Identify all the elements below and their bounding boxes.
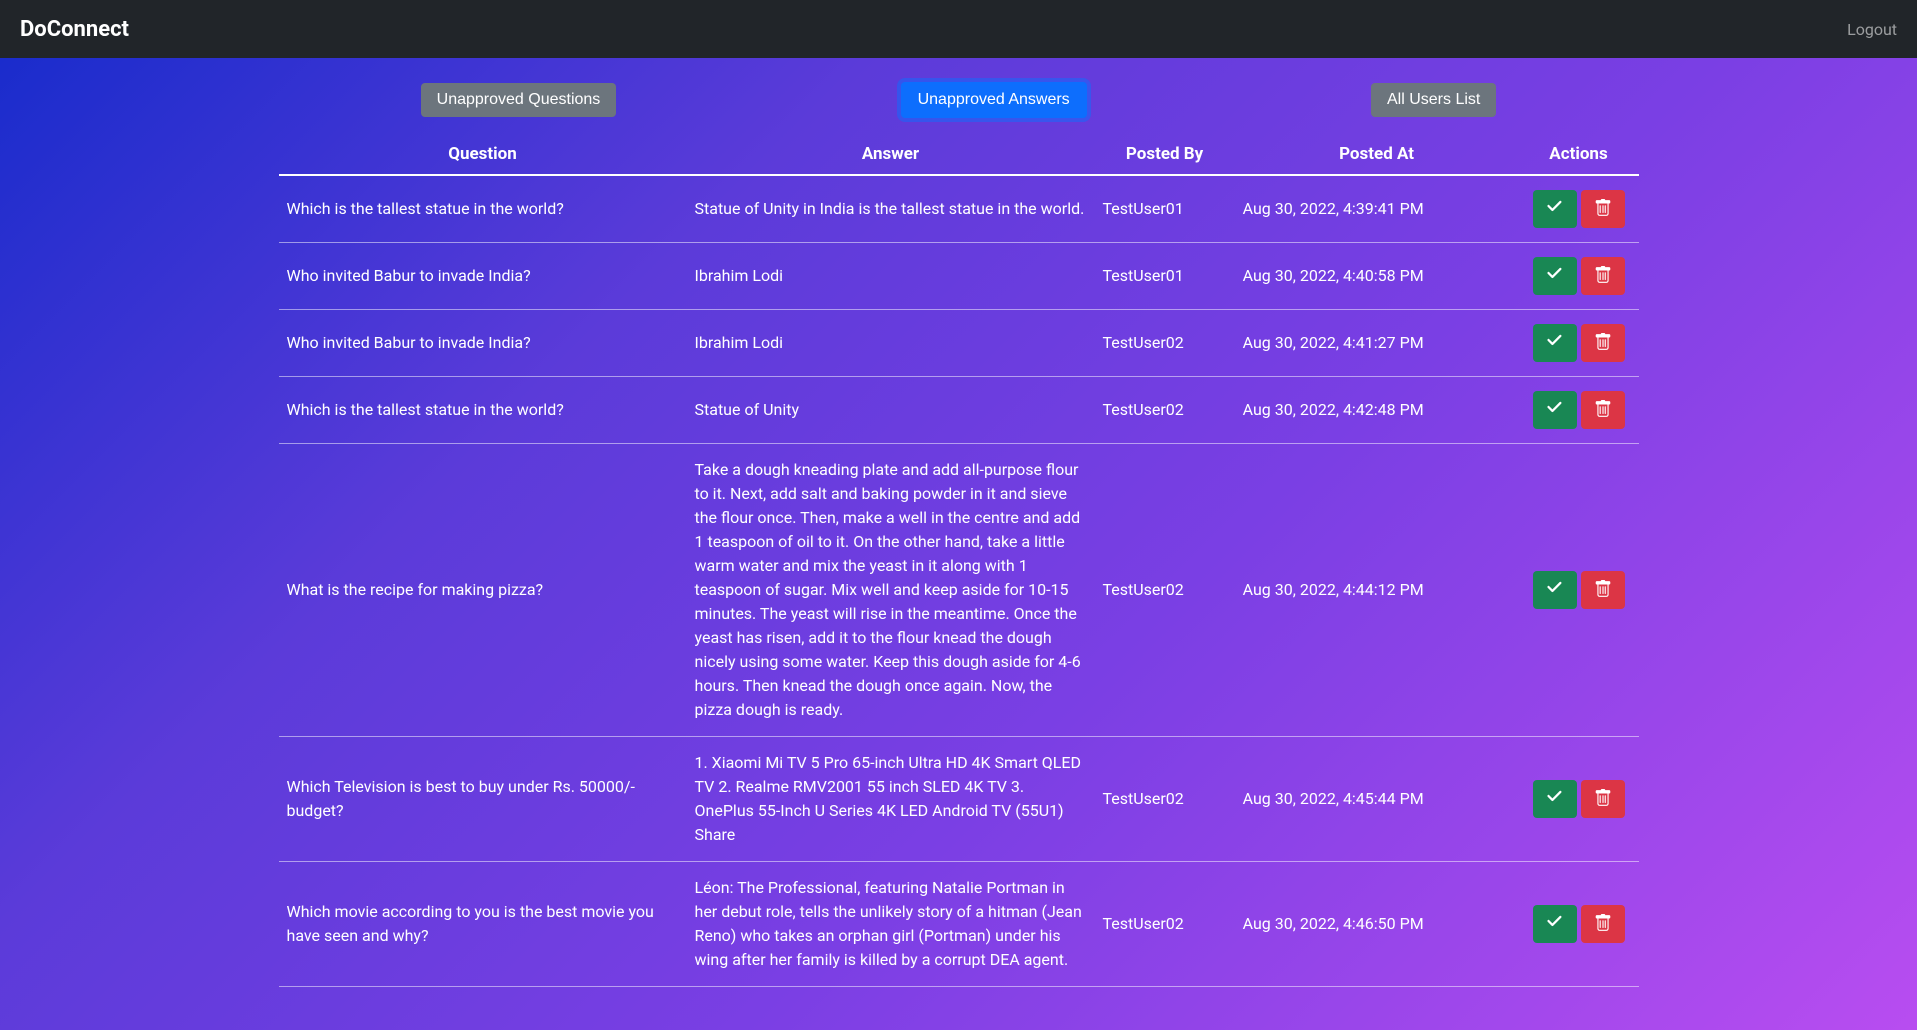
tab-unapproved-questions[interactable]: Unapproved Questions [421, 83, 617, 117]
cell-actions [1519, 310, 1639, 377]
cell-posted-by: TestUser01 [1095, 175, 1235, 243]
approve-button[interactable] [1533, 257, 1577, 295]
check-icon [1546, 199, 1564, 220]
table-row: What is the recipe for making pizza?Take… [279, 444, 1639, 737]
table-row: Which is the tallest statue in the world… [279, 377, 1639, 444]
cell-question: Which is the tallest statue in the world… [279, 175, 687, 243]
cell-answer: Ibrahim Lodi [687, 310, 1095, 377]
header-question: Question [279, 134, 687, 175]
table-row: Which movie according to you is the best… [279, 862, 1639, 987]
cell-question: Which is the tallest statue in the world… [279, 377, 687, 444]
cell-posted-at: Aug 30, 2022, 4:45:44 PM [1235, 737, 1519, 862]
cell-question: Which Television is best to buy under Rs… [279, 737, 687, 862]
cell-question: Who invited Babur to invade India? [279, 310, 687, 377]
check-icon [1546, 333, 1564, 354]
cell-posted-at: Aug 30, 2022, 4:42:48 PM [1235, 377, 1519, 444]
cell-posted-by: TestUser02 [1095, 444, 1235, 737]
header-answer: Answer [687, 134, 1095, 175]
tab-all-users[interactable]: All Users List [1371, 83, 1496, 117]
trash-icon [1594, 789, 1612, 810]
delete-button[interactable] [1581, 257, 1625, 295]
cell-posted-at: Aug 30, 2022, 4:46:50 PM [1235, 862, 1519, 987]
cell-answer: Léon: The Professional, featuring Natali… [687, 862, 1095, 987]
cell-question: Which movie according to you is the best… [279, 862, 687, 987]
cell-posted-by: TestUser02 [1095, 737, 1235, 862]
approve-button[interactable] [1533, 905, 1577, 943]
logout-link[interactable]: Logout [1847, 20, 1897, 39]
check-icon [1546, 580, 1564, 601]
header-posted-at: Posted At [1235, 134, 1519, 175]
trash-icon [1594, 266, 1612, 287]
approve-button[interactable] [1533, 190, 1577, 228]
cell-posted-at: Aug 30, 2022, 4:40:58 PM [1235, 243, 1519, 310]
cell-actions [1519, 377, 1639, 444]
page-scroll-area[interactable]: Unapproved Questions Unapproved Answers … [0, 58, 1917, 1030]
delete-button[interactable] [1581, 391, 1625, 429]
header-actions: Actions [1519, 134, 1639, 175]
check-icon [1546, 789, 1564, 810]
table-row: Which is the tallest statue in the world… [279, 175, 1639, 243]
check-icon [1546, 914, 1564, 935]
table-row: Who invited Babur to invade India?Ibrahi… [279, 310, 1639, 377]
trash-icon [1594, 333, 1612, 354]
cell-posted-at: Aug 30, 2022, 4:39:41 PM [1235, 175, 1519, 243]
delete-button[interactable] [1581, 571, 1625, 609]
delete-button[interactable] [1581, 190, 1625, 228]
cell-posted-by: TestUser02 [1095, 862, 1235, 987]
cell-posted-by: TestUser02 [1095, 377, 1235, 444]
cell-actions [1519, 243, 1639, 310]
approve-button[interactable] [1533, 324, 1577, 362]
content: Unapproved Questions Unapproved Answers … [259, 58, 1659, 1027]
check-icon [1546, 266, 1564, 287]
cell-posted-at: Aug 30, 2022, 4:41:27 PM [1235, 310, 1519, 377]
trash-icon [1594, 400, 1612, 421]
trash-icon [1594, 580, 1612, 601]
cell-actions [1519, 444, 1639, 737]
tab-row: Unapproved Questions Unapproved Answers … [279, 58, 1639, 134]
delete-button[interactable] [1581, 324, 1625, 362]
cell-answer: Statue of Unity [687, 377, 1095, 444]
table-row: Who invited Babur to invade India?Ibrahi… [279, 243, 1639, 310]
cell-answer: Statue of Unity in India is the tallest … [687, 175, 1095, 243]
approve-button[interactable] [1533, 571, 1577, 609]
trash-icon [1594, 199, 1612, 220]
approve-button[interactable] [1533, 780, 1577, 818]
header-posted-by: Posted By [1095, 134, 1235, 175]
approve-button[interactable] [1533, 391, 1577, 429]
navbar: DoConnect Logout [0, 0, 1917, 58]
cell-actions [1519, 175, 1639, 243]
cell-posted-at: Aug 30, 2022, 4:44:12 PM [1235, 444, 1519, 737]
trash-icon [1594, 914, 1612, 935]
cell-question: What is the recipe for making pizza? [279, 444, 687, 737]
cell-answer: 1. Xiaomi Mi TV 5 Pro 65-inch Ultra HD 4… [687, 737, 1095, 862]
answers-table: Question Answer Posted By Posted At Acti… [279, 134, 1639, 987]
cell-question: Who invited Babur to invade India? [279, 243, 687, 310]
cell-actions [1519, 862, 1639, 987]
cell-posted-by: TestUser02 [1095, 310, 1235, 377]
tab-unapproved-answers[interactable]: Unapproved Answers [901, 82, 1087, 118]
delete-button[interactable] [1581, 780, 1625, 818]
table-row: Which Television is best to buy under Rs… [279, 737, 1639, 862]
cell-answer: Take a dough kneading plate and add all-… [687, 444, 1095, 737]
cell-answer: Ibrahim Lodi [687, 243, 1095, 310]
cell-posted-by: TestUser01 [1095, 243, 1235, 310]
cell-actions [1519, 737, 1639, 862]
table-header-row: Question Answer Posted By Posted At Acti… [279, 134, 1639, 175]
delete-button[interactable] [1581, 905, 1625, 943]
check-icon [1546, 400, 1564, 421]
brand-logo[interactable]: DoConnect [20, 17, 129, 42]
